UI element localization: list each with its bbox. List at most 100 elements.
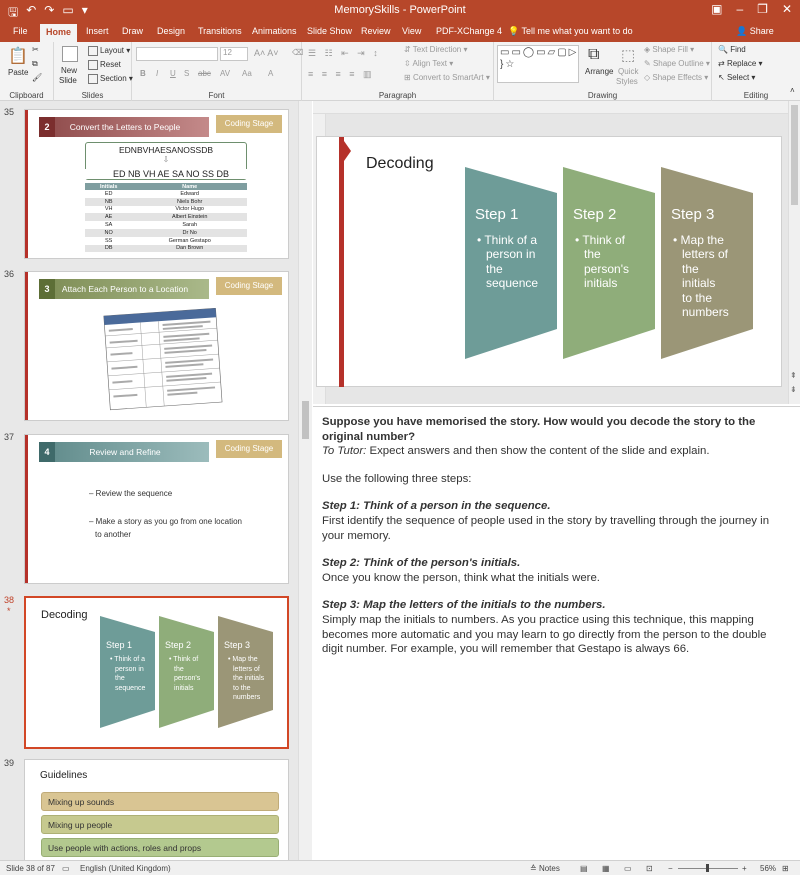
tell-me-search[interactable]: 💡 Tell me what you want to do	[508, 26, 633, 37]
convert-smartart-button[interactable]: ⊞ Convert to SmartArt ▾	[404, 73, 490, 82]
notes-tutor: To Tutor: Expect answers and then show t…	[322, 444, 790, 459]
shadow-button[interactable]: S	[184, 69, 189, 78]
table-row: VH Victor Hugo	[85, 206, 247, 214]
tab-animations[interactable]: Animations	[252, 26, 297, 36]
quick-styles-button-line2[interactable]: Styles	[616, 77, 638, 86]
reset-button[interactable]: Reset	[88, 60, 121, 70]
speaker-notes[interactable]: Suppose you have memorised the story. Ho…	[313, 406, 800, 860]
paste-icon[interactable]: 📋	[8, 46, 28, 66]
layout-button[interactable]: Layout ▾	[88, 46, 130, 56]
shape-outline-button[interactable]: ✎ Shape Outline ▾	[644, 59, 710, 68]
accent-bar	[25, 110, 28, 258]
tab-review[interactable]: Review	[361, 26, 391, 36]
quick-styles-icon[interactable]: ⬚	[621, 46, 635, 64]
close-button[interactable]: ✕	[782, 2, 792, 16]
tab-file[interactable]: File	[13, 26, 28, 36]
slide-thumbnail-35[interactable]: Convert the Letters to People 2 Coding S…	[24, 109, 289, 259]
table-row: SA Sarah	[85, 221, 247, 229]
zoom-out-icon[interactable]: −	[668, 864, 673, 873]
list-buttons[interactable]: ☰ ☷ ⇤ ⇥ ↕	[308, 48, 381, 59]
quick-styles-button[interactable]: Quick	[618, 67, 638, 76]
new-slide-icon[interactable]	[62, 46, 78, 62]
slideshow-view-icon[interactable]: ⊡	[646, 864, 653, 873]
text-direction-button[interactable]: ⇵ Text Direction ▾	[404, 45, 468, 54]
language-indicator[interactable]: English (United Kingdom)	[80, 864, 171, 873]
slide-thumbnail-38[interactable]: Decoding Step 1 • Think of a person in t…	[24, 596, 289, 749]
zoom-level[interactable]: 56%	[760, 864, 776, 873]
tab-home[interactable]: Home	[40, 24, 78, 42]
replace-button[interactable]: ⇄ Replace ▾	[718, 59, 763, 68]
fit-slide-icon[interactable]: ⊞	[782, 864, 789, 873]
thumb-step3-title: Step 3	[224, 640, 251, 650]
bold-button[interactable]: B	[140, 69, 146, 78]
format-painter-icon[interactable]: 🖌	[32, 73, 42, 82]
zoom-slider-thumb[interactable]	[706, 864, 709, 872]
layout-icon	[88, 46, 98, 56]
slide-number-39: 39	[4, 758, 15, 768]
new-slide-button-line2[interactable]: Slide	[59, 76, 77, 85]
select-button[interactable]: ↖ Select ▾	[718, 73, 755, 82]
next-slide-icon[interactable]: ⇟	[790, 385, 797, 394]
grow-font-icon[interactable]: A˄ A˅	[254, 48, 279, 58]
slide-sorter-icon[interactable]: ▦	[602, 864, 610, 873]
thumbnail-scrollbar[interactable]	[298, 101, 312, 860]
ribbon: 📋 Paste ✂ ⧉ 🖌 Clipboard New Slide Layout…	[0, 42, 800, 101]
spellcheck-icon[interactable]: ▭	[62, 864, 70, 873]
tab-pdf-xchange[interactable]: PDF-XChange 4	[436, 26, 502, 36]
slide-thumbnail-39[interactable]: Guidelines Mixing up sounds Mixing up pe…	[24, 759, 289, 860]
align-buttons[interactable]: ≡ ≡ ≡ ≡ ▥	[308, 69, 375, 80]
strikethrough-button[interactable]: abc	[198, 69, 211, 78]
tab-insert[interactable]: Insert	[86, 26, 109, 36]
scrollbar-thumb[interactable]	[302, 401, 309, 439]
table-row: SS German Gestapo	[85, 237, 247, 245]
shape-effects-button[interactable]: ◇ Shape Effects ▾	[644, 73, 708, 82]
normal-view-icon[interactable]: ▤	[580, 864, 588, 873]
cut-icon[interactable]: ✂	[32, 45, 39, 54]
italic-button[interactable]: I	[156, 69, 158, 78]
coding-stage-badge: Coding Stage	[216, 277, 282, 295]
find-button[interactable]: 🔍 Find	[718, 45, 746, 54]
text-line: to the	[233, 684, 251, 692]
font-size-box[interactable]: 12	[220, 47, 248, 61]
tab-design[interactable]: Design	[157, 26, 185, 36]
change-case-button[interactable]: Aa	[242, 69, 252, 78]
arrange-icon[interactable]: ⧉	[588, 46, 599, 64]
thumb-heading: Attach Each Person to a Location	[41, 279, 209, 299]
minimize-button[interactable]: –	[736, 2, 743, 16]
cursor-icon: ↖	[718, 73, 727, 82]
text-line: initials	[174, 684, 194, 692]
slide-thumbnail-36[interactable]: Attach Each Person to a Location 3 Codin…	[24, 271, 289, 421]
copy-icon[interactable]: ⧉	[32, 59, 38, 69]
slide-thumbnail-37[interactable]: Review and Refine 4 Coding Stage – Revie…	[24, 434, 289, 584]
char-spacing-button[interactable]: AV	[220, 69, 230, 78]
new-slide-button[interactable]: New	[61, 66, 77, 75]
paste-button[interactable]: Paste	[8, 68, 28, 77]
accent-bar	[25, 272, 28, 420]
tab-slide-show[interactable]: Slide Show	[307, 26, 352, 36]
current-slide[interactable]: Decoding Step 1 • Think of a person in t…	[316, 136, 782, 387]
underline-button[interactable]: U	[170, 69, 176, 78]
slide-number-35: 35	[4, 107, 15, 117]
prev-slide-icon[interactable]: ⇞	[790, 371, 797, 380]
tab-draw[interactable]: Draw	[122, 26, 143, 36]
ribbon-display-icon[interactable]: ▣	[711, 2, 722, 16]
notes-button[interactable]: ≙ Notes	[530, 864, 560, 873]
tab-view[interactable]: View	[402, 26, 421, 36]
reading-view-icon[interactable]: ▭	[624, 864, 632, 873]
shapes-gallery[interactable]: ▭▭◯▭▱▢▷╲╲▭▭△⌐↳⇨↑⤷╰{ }☆	[497, 45, 579, 83]
font-name-box[interactable]	[136, 47, 218, 61]
align-text-button[interactable]: ⇳ Align Text ▾	[404, 59, 453, 68]
share-button[interactable]: 👤 Share	[736, 26, 774, 37]
scrollbar-thumb[interactable]	[791, 105, 798, 205]
text-line: the	[584, 247, 601, 262]
section-button[interactable]: Section ▾	[88, 74, 133, 84]
zoom-in-icon[interactable]: +	[742, 864, 747, 873]
arrange-button[interactable]: Arrange	[585, 67, 613, 76]
tab-transitions[interactable]: Transitions	[198, 26, 242, 36]
font-color-button[interactable]: A	[268, 69, 273, 78]
table-row: AE Albert Einstein	[85, 213, 247, 222]
restore-button[interactable]: ❐	[757, 2, 768, 16]
shape-fill-button[interactable]: ◈ Shape Fill ▾	[644, 45, 694, 54]
slide-scrollbar[interactable]: ⇞ ⇟	[788, 101, 800, 404]
code-pairs: ED NB VH AE SA NO SS DB	[81, 169, 261, 179]
